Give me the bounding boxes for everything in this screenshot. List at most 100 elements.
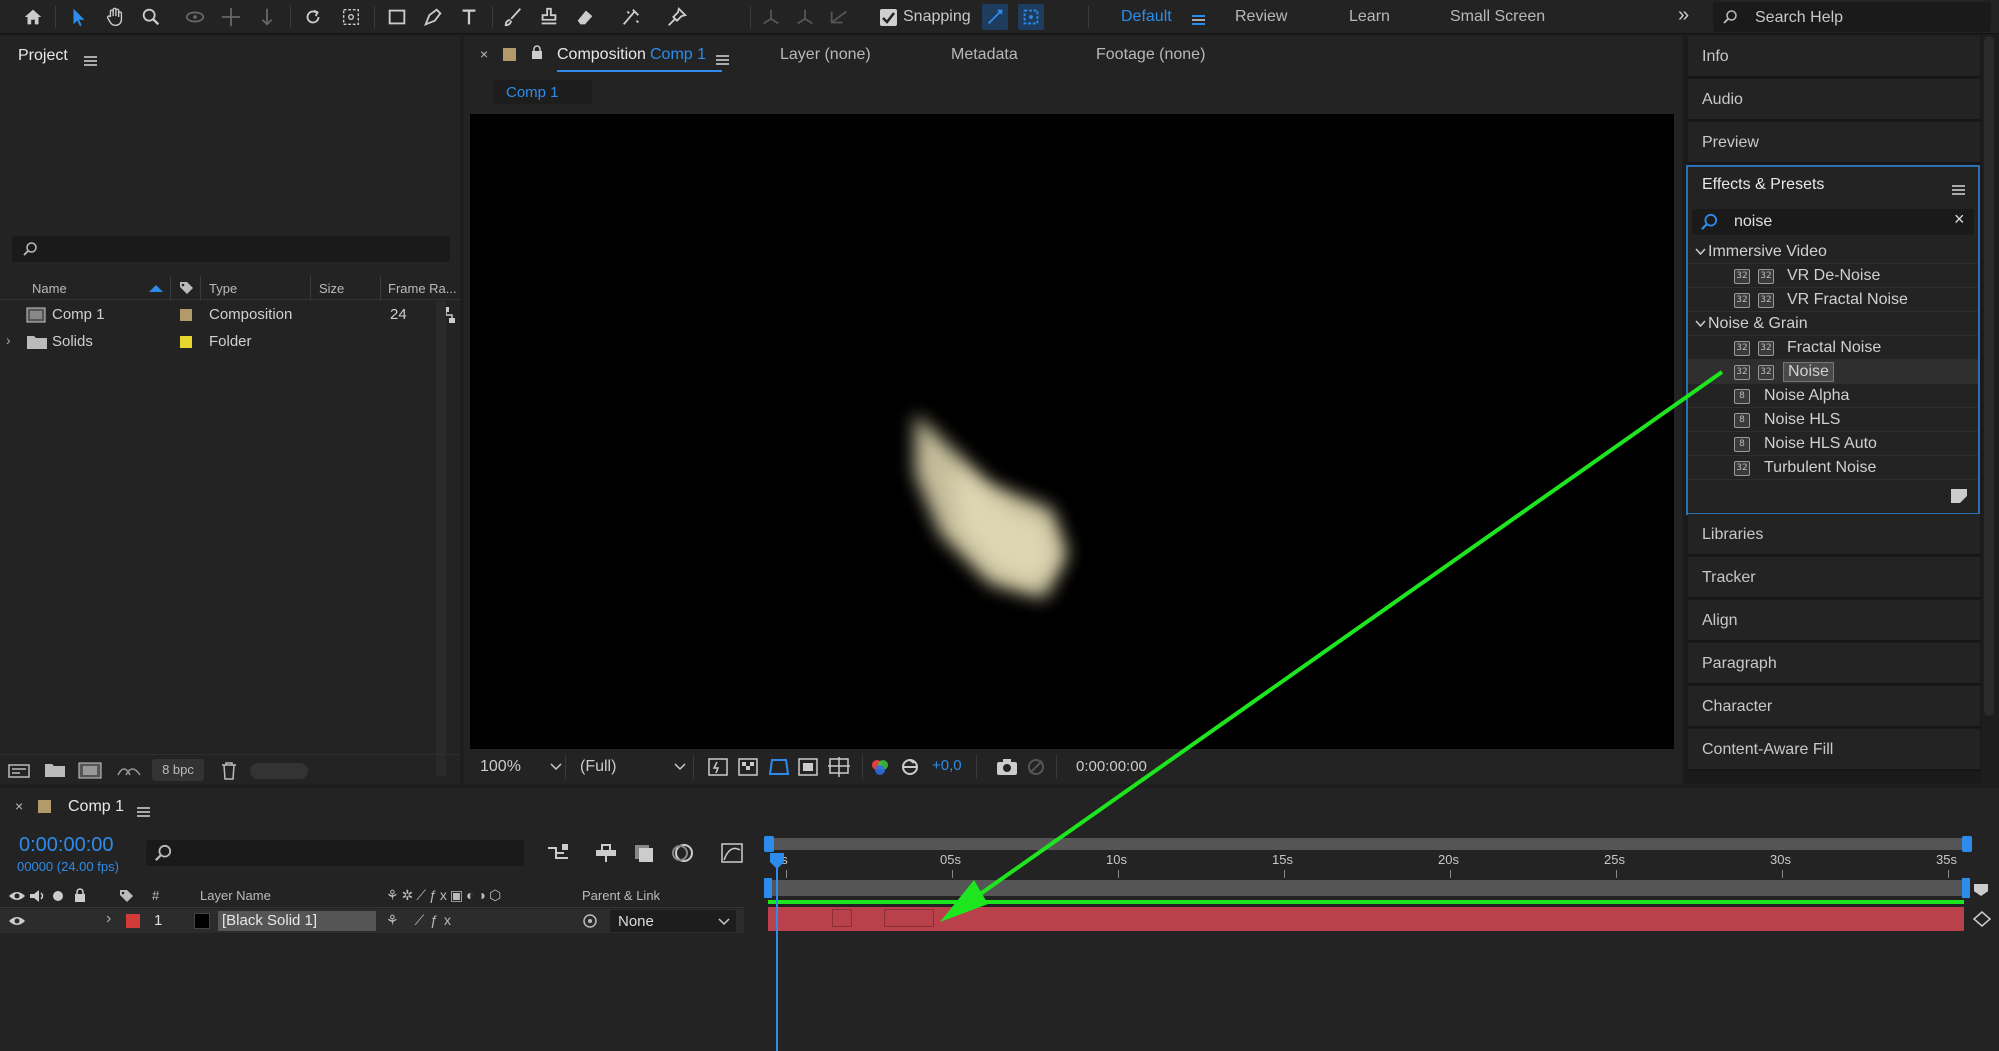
project-search-input[interactable] [12, 236, 450, 262]
column-type[interactable]: Type [209, 281, 237, 296]
tab-layer[interactable]: Layer (none) [780, 46, 871, 64]
orbit-tool-icon[interactable] [182, 4, 208, 30]
pan-tool-icon[interactable] [218, 4, 244, 30]
layer-name-field[interactable]: [Black Solid 1] [218, 911, 376, 931]
rectangle-tool-icon[interactable] [384, 4, 410, 30]
expand-chevron-icon[interactable]: › [6, 332, 11, 348]
axis-local-icon[interactable] [758, 4, 784, 30]
label-color-swatch[interactable] [180, 309, 192, 321]
time-navigator-start-handle[interactable] [764, 836, 774, 852]
project-scrollbar[interactable] [436, 301, 446, 776]
effect-item-turbulent-noise[interactable]: 32 Turbulent Noise [1688, 456, 1978, 480]
current-time-indicator[interactable] [776, 854, 778, 1051]
effect-item-noise-hls[interactable]: 8 Noise HLS [1688, 408, 1978, 432]
composition-viewer[interactable] [470, 114, 1674, 749]
anchor-tool-icon[interactable] [338, 4, 364, 30]
panel-audio[interactable]: Audio [1688, 79, 1980, 121]
label-color-swatch[interactable] [180, 336, 192, 348]
viewer-timecode[interactable]: 0:00:00:00 [1076, 758, 1147, 775]
workspace-learn[interactable]: Learn [1349, 8, 1390, 26]
layer-row[interactable]: › 1 [Black Solid 1] ⚘ ⟋ƒx None [0, 909, 744, 933]
project-row-comp[interactable]: Comp 1 Composition 24 [0, 301, 455, 328]
column-parent-link[interactable]: Parent & Link [582, 888, 660, 903]
magnification-dropdown[interactable]: 100% [474, 755, 566, 779]
layer-label-swatch[interactable] [126, 914, 140, 928]
resolution-dropdown[interactable]: (Full) [574, 755, 694, 779]
clear-search-icon[interactable]: × [1954, 209, 1965, 230]
panel-paragraph[interactable]: Paragraph [1688, 643, 1980, 685]
comp-navigator-tab[interactable]: Comp 1 [494, 80, 592, 104]
panel-align[interactable]: Align [1688, 600, 1980, 642]
snap-features-icon[interactable] [1018, 4, 1044, 30]
timeline-tab-title[interactable]: Comp 1 [68, 798, 124, 816]
effect-item-fractal-noise[interactable]: 32 32 Fractal Noise [1688, 336, 1978, 360]
timeline-panel-menu-icon[interactable] [137, 803, 150, 820]
workspace-review[interactable]: Review [1235, 8, 1287, 26]
column-name[interactable]: Name [32, 281, 67, 296]
effect-item-vr-fractal-noise[interactable]: 32 32 VR Fractal Noise [1688, 288, 1978, 312]
zoom-tool-icon[interactable] [138, 4, 164, 30]
brush-tool-icon[interactable] [500, 4, 526, 30]
axis-world-icon[interactable] [792, 4, 818, 30]
clone-stamp-tool-icon[interactable] [536, 4, 562, 30]
effect-item-noise[interactable]: 32 32 Noise [1688, 360, 1978, 384]
new-preset-icon[interactable] [1950, 488, 1968, 504]
home-icon[interactable] [20, 4, 46, 30]
expand-chevron-icon[interactable]: › [106, 910, 111, 928]
selection-tool-icon[interactable] [66, 4, 92, 30]
composition-panel-menu-icon[interactable] [716, 51, 729, 68]
effects-category-immersive-video[interactable]: Immersive Video [1688, 240, 1978, 264]
bit-depth-button[interactable]: 8 bpc [152, 759, 204, 781]
work-area-bar[interactable] [768, 880, 1964, 896]
close-tab-icon[interactable]: × [480, 46, 488, 62]
workspace-default[interactable]: Default [1121, 8, 1172, 26]
pickwhip-icon[interactable] [582, 913, 598, 929]
workspace-small-screen[interactable]: Small Screen [1450, 8, 1545, 26]
playhead-icon[interactable] [769, 852, 785, 870]
layer-duration-bar[interactable] [768, 907, 1964, 931]
time-navigator-end-handle[interactable] [1962, 836, 1972, 852]
snap-edges-icon[interactable] [982, 4, 1008, 30]
pen-tool-icon[interactable] [420, 4, 446, 30]
effects-presets-menu-icon[interactable] [1952, 181, 1965, 198]
more-workspaces-icon[interactable]: » [1678, 4, 1689, 27]
effect-item-noise-hls-auto[interactable]: 8 Noise HLS Auto [1688, 432, 1978, 456]
panel-tracker[interactable]: Tracker [1688, 557, 1980, 599]
axis-view-icon[interactable] [826, 4, 852, 30]
project-row-solids[interactable]: › Solids Folder [0, 328, 436, 355]
eraser-tool-icon[interactable] [572, 4, 598, 30]
timeline-current-time[interactable]: 0:00:00:00 [19, 834, 114, 857]
effects-search-input[interactable]: noise × [1692, 209, 1974, 235]
time-navigator-bar[interactable] [768, 838, 1970, 850]
work-area-end[interactable] [1962, 878, 1970, 898]
exposure-value[interactable]: +0,0 [932, 757, 962, 774]
panel-content-aware-fill[interactable]: Content-Aware Fill [1688, 729, 1980, 771]
composition-tab-prefix[interactable]: Composition [557, 46, 646, 64]
panel-libraries[interactable]: Libraries [1688, 514, 1980, 556]
project-zoom-slider[interactable] [250, 763, 308, 779]
tab-footage[interactable]: Footage (none) [1096, 46, 1205, 64]
parent-dropdown[interactable]: None [610, 910, 736, 932]
timeline-search-input[interactable] [146, 840, 524, 866]
column-layer-name[interactable]: Layer Name [200, 888, 271, 903]
dolly-tool-icon[interactable] [254, 4, 280, 30]
effect-item-noise-alpha[interactable]: 8 Noise Alpha [1688, 384, 1978, 408]
snapping-checkbox[interactable] [880, 9, 897, 26]
panel-preview[interactable]: Preview [1688, 122, 1980, 164]
search-help-field[interactable]: Search Help [1713, 2, 1991, 32]
text-tool-icon[interactable] [456, 4, 482, 30]
panel-character[interactable]: Character [1688, 686, 1980, 728]
panel-info[interactable]: Info [1688, 36, 1980, 78]
composition-flowchart-icon[interactable] [546, 842, 570, 864]
project-panel-menu-icon[interactable] [84, 52, 97, 69]
column-size[interactable]: Size [319, 281, 344, 296]
motion-blur-icon[interactable] [670, 842, 694, 864]
layer-switches[interactable]: ⚘ ⟋ƒx [386, 912, 457, 929]
frame-blending-icon[interactable] [632, 842, 656, 864]
work-area-start[interactable] [764, 878, 772, 898]
roto-brush-tool-icon[interactable] [618, 4, 644, 30]
tab-metadata[interactable]: Metadata [951, 46, 1018, 64]
graph-editor-icon[interactable] [720, 842, 744, 864]
effects-category-noise-grain[interactable]: Noise & Grain [1688, 312, 1978, 336]
hand-tool-icon[interactable] [102, 4, 128, 30]
